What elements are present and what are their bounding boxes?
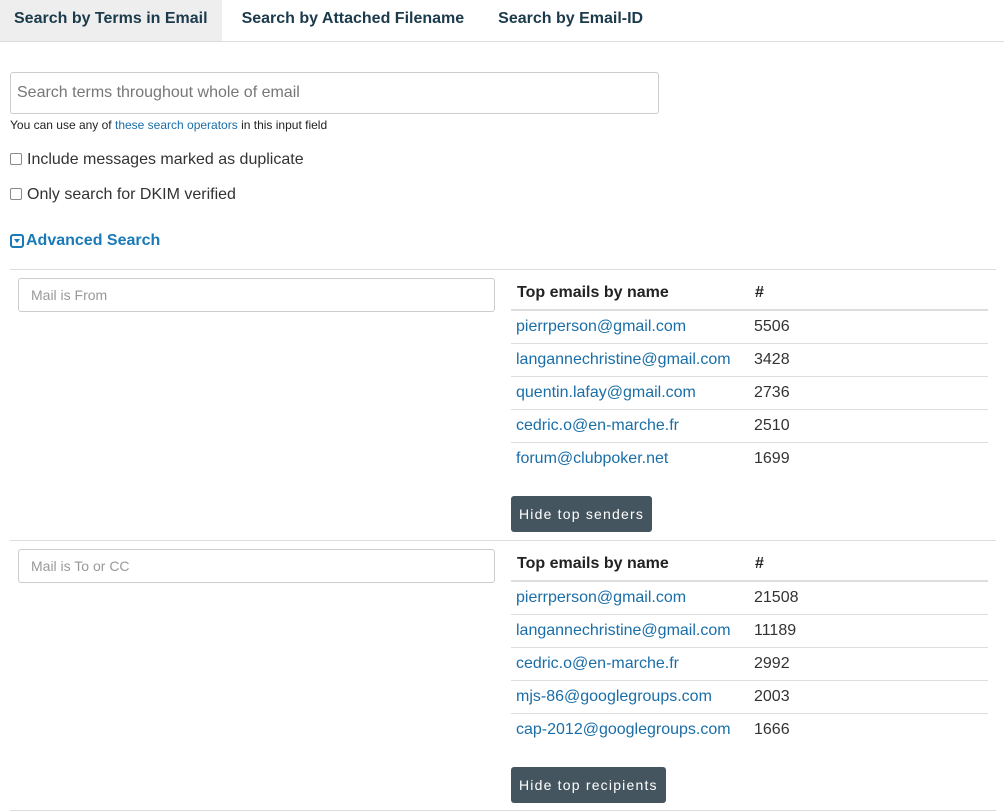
tab-search-by-terms[interactable]: Search by Terms in Email: [0, 0, 222, 41]
help-suffix: in this input field: [237, 118, 328, 132]
table-row: cedric.o@en-marche.fr 2992: [511, 646, 988, 680]
advanced-search-toggle[interactable]: Advanced Search: [10, 232, 160, 250]
table-header-row: Top emails by name #: [511, 548, 988, 582]
table-header-row: Top emails by name #: [511, 277, 988, 311]
divider: [10, 269, 996, 270]
mail-to-cc-input[interactable]: [18, 549, 495, 583]
search-operators-link[interactable]: these search operators: [115, 118, 238, 132]
divider: [10, 810, 996, 811]
table-row: langannechristine@gmail.com 3428: [511, 342, 988, 376]
sender-email-link[interactable]: langannechristine@gmail.com: [516, 351, 731, 368]
mail-from-input[interactable]: [18, 278, 495, 312]
top-recipients-table: Top emails by name # pierrperson@gmail.c…: [511, 548, 988, 746]
recipient-email-link[interactable]: langannechristine@gmail.com: [516, 622, 731, 639]
include-duplicates-checkbox[interactable]: [10, 153, 22, 165]
sender-count: 2510: [749, 408, 988, 442]
hide-top-recipients-button[interactable]: Hide top recipients: [511, 767, 666, 803]
table-row: cap-2012@googlegroups.com 1666: [511, 712, 988, 746]
table-row: langannechristine@gmail.com 11189: [511, 613, 988, 647]
table-row: pierrperson@gmail.com 5506: [511, 310, 988, 343]
recipient-email-link[interactable]: cedric.o@en-marche.fr: [516, 655, 679, 672]
recipient-count: 2992: [749, 646, 988, 680]
search-help-text: You can use any of these search operator…: [10, 118, 327, 132]
tab-search-by-filename[interactable]: Search by Attached Filename: [222, 0, 485, 41]
divider: [10, 540, 996, 541]
sender-count: 5506: [754, 317, 790, 335]
search-tabs: Search by Terms in Email Search by Attac…: [0, 0, 1004, 42]
top-senders-table: Top emails by name # pierrperson@gmail.c…: [511, 277, 988, 475]
include-duplicates-label: Include messages marked as duplicate: [27, 151, 304, 168]
include-duplicates-option[interactable]: Include messages marked as duplicate: [10, 151, 304, 169]
table-row: cedric.o@en-marche.fr 2510: [511, 408, 988, 442]
hide-top-senders-button[interactable]: Hide top senders: [511, 496, 653, 532]
recipient-email-link[interactable]: mjs-86@googlegroups.com: [516, 688, 712, 705]
column-header-name: Top emails by name: [511, 548, 749, 582]
recipient-count: 1666: [749, 712, 988, 746]
search-input[interactable]: [10, 72, 659, 114]
column-header-name: Top emails by name: [511, 277, 749, 311]
column-header-count: #: [749, 548, 988, 582]
sender-count: 1699: [749, 441, 988, 475]
recipient-count: 2003: [749, 679, 988, 713]
dkim-verified-option[interactable]: Only search for DKIM verified: [10, 186, 236, 204]
sender-email-link[interactable]: quentin.lafay@gmail.com: [516, 384, 696, 401]
recipient-email-link[interactable]: pierrperson@gmail.com: [516, 589, 686, 606]
help-prefix: You can use any of: [10, 118, 115, 132]
sender-email-link[interactable]: pierrperson@gmail.com: [516, 318, 686, 335]
table-row: forum@clubpoker.net 1699: [511, 441, 988, 475]
sender-email-link[interactable]: cedric.o@en-marche.fr: [516, 417, 679, 434]
recipient-email-link[interactable]: cap-2012@googlegroups.com: [516, 721, 731, 738]
table-row: pierrperson@gmail.com 21508: [511, 581, 988, 614]
dkim-verified-label: Only search for DKIM verified: [27, 186, 236, 203]
recipient-count: 21508: [754, 588, 799, 606]
dkim-verified-checkbox[interactable]: [10, 188, 22, 200]
sender-email-link[interactable]: forum@clubpoker.net: [516, 450, 668, 467]
sender-count: 2736: [749, 375, 988, 409]
sender-count: 3428: [749, 342, 988, 376]
recipient-count: 11189: [749, 613, 988, 647]
tab-search-by-email-id[interactable]: Search by Email-ID: [484, 0, 657, 41]
table-row: mjs-86@googlegroups.com 2003: [511, 679, 988, 713]
table-row: quentin.lafay@gmail.com 2736: [511, 375, 988, 409]
caret-square-down-icon: [10, 234, 24, 248]
column-header-count: #: [749, 277, 988, 311]
advanced-search-label: Advanced Search: [26, 232, 161, 249]
